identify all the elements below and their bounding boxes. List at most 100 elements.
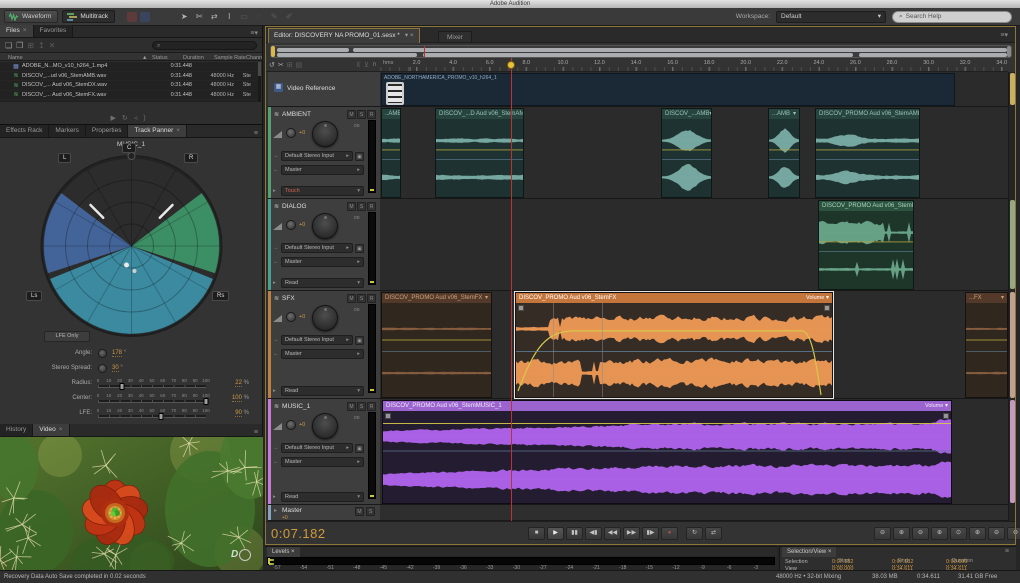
audio-clip[interactable]: ...FX ▾ <box>965 292 1008 398</box>
vertical-scrollbar[interactable] <box>1008 72 1015 521</box>
fade-handle[interactable] <box>385 413 391 419</box>
panel-menu-icon[interactable]: ≡ <box>1005 548 1013 555</box>
audio-clip[interactable]: DISCOV_PROMO Aud v06_StemAMB...a ▾ <box>815 108 920 198</box>
chevron-down-icon[interactable]: ▾ <box>793 111 796 117</box>
pencil-tool-icon[interactable]: ✐ <box>283 11 295 23</box>
file-row[interactable]: ≋ DISCOV_... Aud v06_StemFX.wav0:31.448 … <box>0 91 259 101</box>
close-icon[interactable]: × <box>291 549 295 555</box>
record-button[interactable]: ● <box>661 527 678 540</box>
tab-history[interactable]: History <box>0 424 33 436</box>
zoom-full-button[interactable]: ⊗ <box>1007 527 1020 540</box>
lfe-slider[interactable]: 0102030405060708090100 <box>98 408 206 420</box>
file-row[interactable]: ≋ DISCOV_... Aud v06_StemDX.wav0:31.448 … <box>0 81 259 91</box>
move-tool-icon[interactable]: ➤ <box>178 11 190 23</box>
audio-clip[interactable]: ...AMB ▾ <box>768 108 800 198</box>
input-select[interactable]: Default Stereo Input▸ <box>281 335 353 345</box>
multitrack-view-button[interactable]: Multitrack <box>62 10 115 23</box>
pan-knob[interactable] <box>312 413 338 439</box>
chevron-down-icon[interactable]: ▾ <box>485 295 488 301</box>
play-button[interactable]: ▶ <box>547 527 564 540</box>
input-select[interactable]: Default Stereo Input▸ <box>281 243 353 253</box>
volume-knob[interactable] <box>286 128 296 138</box>
video-track-name[interactable]: Video Reference <box>287 85 335 92</box>
tab-effects-rack[interactable]: Effects Rack <box>0 125 49 137</box>
pan-knob[interactable] <box>312 121 338 147</box>
close-icon[interactable]: × <box>828 549 832 555</box>
speaker-label-l[interactable]: L <box>58 153 71 163</box>
track-name[interactable]: DIALOG <box>282 203 307 210</box>
fade-handle[interactable] <box>824 305 830 311</box>
headphones-icon[interactable]: ∩ <box>372 61 377 68</box>
tab-markers[interactable]: Markers <box>49 125 85 137</box>
razor-tool-icon[interactable]: ✄ <box>193 11 205 23</box>
video-clip[interactable]: ADOBE_NORTHAMERICA_PROMO_v10_h264_1 <box>381 73 955 106</box>
chevron-down-icon[interactable]: ▾ <box>824 295 829 301</box>
audio-clip[interactable]: DISCOV_PROMO Aud v06_StemFX ▾ <box>381 292 492 398</box>
time-selection-tool-icon[interactable]: I <box>223 11 235 23</box>
skip-selection-button[interactable]: ⇄ <box>705 527 722 540</box>
search-help-box[interactable]: ⌕ Search Help <box>892 11 1012 23</box>
files-search-input[interactable]: ⌕ <box>152 41 257 50</box>
mute-button[interactable]: M <box>355 507 364 516</box>
tab-video[interactable]: Video× <box>33 424 69 436</box>
output-select[interactable]: Master▸ <box>281 257 364 267</box>
clip-envelope-select[interactable]: Volume <box>806 295 824 301</box>
stereo-spread-knob[interactable] <box>98 364 107 373</box>
track-name[interactable]: AMBIENT <box>282 111 311 118</box>
marquee-tool-icon[interactable]: ▭ <box>238 11 250 23</box>
lfe-only-button[interactable]: LFE Only <box>44 331 90 342</box>
chevron-down-icon[interactable]: ▾ <box>943 403 948 409</box>
close-icon[interactable]: × <box>23 27 27 34</box>
audio-clip[interactable]: DISCOV_PROMO Aud v06_StemMUSIC_1Volume ▾ <box>382 400 952 504</box>
zoom-navigator[interactable] <box>270 45 1012 58</box>
mute-button[interactable]: M <box>347 110 356 119</box>
delete-icon[interactable]: ✕ <box>49 41 56 50</box>
record-arm-button[interactable]: R <box>367 294 376 303</box>
tab-selection-view[interactable]: Selection/View × <box>782 547 836 557</box>
panel-menu-icon[interactable]: ≡ <box>254 130 262 137</box>
solo-button[interactable]: S <box>357 294 366 303</box>
panel-menu-icon[interactable]: ≡▾ <box>250 29 262 37</box>
clip-envelope-select[interactable]: Volume <box>925 403 943 409</box>
speaker-label-c[interactable]: C <box>122 143 136 153</box>
close-icon[interactable]: × <box>176 127 180 134</box>
automation-mode-select[interactable]: Touch▾ <box>281 186 364 196</box>
input-select[interactable]: Default Stereo Input▸ <box>281 151 353 161</box>
panel-menu-icon[interactable]: ≡▾ <box>1000 31 1012 39</box>
grid-icon[interactable]: ⊞ <box>287 61 293 69</box>
tab-track-panner[interactable]: Track Panner× <box>128 125 187 137</box>
insert-multitrack-icon[interactable]: ↥ <box>38 41 45 50</box>
surround-panner[interactable] <box>30 151 233 341</box>
tab-levels[interactable]: Levels × <box>267 547 300 557</box>
mute-button[interactable]: M <box>347 294 356 303</box>
automation-mode-select[interactable]: Read▾ <box>281 492 364 502</box>
monitor-input-icon[interactable]: ▣ <box>355 336 364 345</box>
speaker-label-r[interactable]: R <box>184 153 198 163</box>
workspace-select[interactable]: Default▾ <box>776 11 886 23</box>
monitor-input-icon[interactable]: ▣ <box>355 152 364 161</box>
goto-end-button[interactable]: ▮▶ <box>642 527 659 540</box>
lasso-tool-icon[interactable]: ◌ <box>253 11 265 23</box>
record-mode-icon[interactable] <box>127 12 137 22</box>
fade-handle[interactable] <box>943 413 949 419</box>
record-arm-button[interactable]: R <box>367 202 376 211</box>
fade-handle[interactable] <box>518 305 524 311</box>
monitor-mode-icon[interactable] <box>140 12 150 22</box>
solo-button[interactable]: S <box>366 507 375 516</box>
speaker-label-rs[interactable]: Rs <box>212 291 229 301</box>
close-icon[interactable]: × <box>410 32 414 39</box>
monitor-input-icon[interactable]: ▣ <box>355 444 364 453</box>
preview-play-icon[interactable]: ▶ <box>110 115 121 122</box>
mute-all-icon[interactable]: ⊼ <box>356 61 361 69</box>
volume-knob[interactable] <box>286 220 296 230</box>
gain-value[interactable]: +0 <box>299 130 305 136</box>
output-select[interactable]: Master▸ <box>281 457 364 467</box>
gain-value[interactable]: +0 <box>282 515 288 521</box>
zoom-out-point-button[interactable]: ⊖ <box>988 527 1005 540</box>
mute-button[interactable]: M <box>347 402 356 411</box>
tab-files[interactable]: Files× <box>0 25 34 37</box>
automation-mode-select[interactable]: Read▾ <box>281 278 364 288</box>
mute-button[interactable]: M <box>347 202 356 211</box>
files-scrollbar[interactable] <box>258 62 261 102</box>
waveform-view-button[interactable]: Waveform <box>4 10 58 23</box>
